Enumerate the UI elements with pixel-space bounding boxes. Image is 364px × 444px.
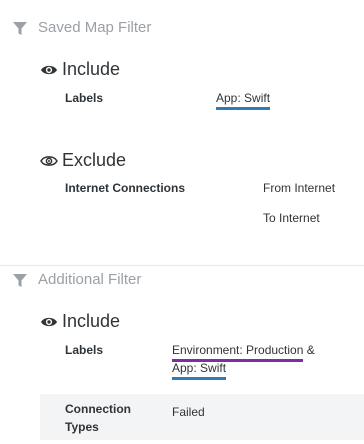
label-tag[interactable]: App: Swift <box>216 90 271 110</box>
row-value: App: Swift <box>172 359 227 380</box>
label-joiner: & <box>306 343 315 357</box>
row-value: To Internet <box>263 211 320 225</box>
label-tag[interactable]: App: Swift <box>172 360 227 380</box>
group-title: Include <box>62 311 121 331</box>
row-label: Labels <box>65 343 104 357</box>
additional-include-connection-types-row: Connection Types Failed <box>40 394 364 440</box>
filter-icon <box>13 22 27 35</box>
saved-include-labels-row: Labels App: Swift <box>40 86 364 112</box>
section-title: Additional Filter <box>38 271 142 288</box>
row-value: App: Swift <box>216 89 271 110</box>
filter-icon <box>13 274 27 287</box>
row-value: Failed <box>172 405 205 419</box>
additional-filter-header[interactable]: Additional Filter <box>0 265 364 298</box>
row-label: Connection Types <box>65 402 131 434</box>
row-label: Internet Connections <box>65 181 186 195</box>
group-title: Exclude <box>62 150 127 170</box>
section-title: Saved Map Filter <box>38 19 152 36</box>
eye-outline-icon <box>40 156 58 166</box>
map-filter-panel: Saved Map Filter Include Labels App: Swi… <box>0 0 364 444</box>
group-title: Include <box>62 59 121 79</box>
additional-include-labels-row: Labels Environment: Production & App: Sw… <box>40 338 364 390</box>
saved-exclude-internet-row: Internet Connections From Internet To In… <box>40 176 364 232</box>
eye-icon <box>41 317 57 327</box>
saved-map-filter-header[interactable]: Saved Map Filter <box>0 14 364 46</box>
eye-icon <box>41 65 57 75</box>
row-label: Labels <box>65 91 104 105</box>
row-value: From Internet <box>263 181 336 195</box>
